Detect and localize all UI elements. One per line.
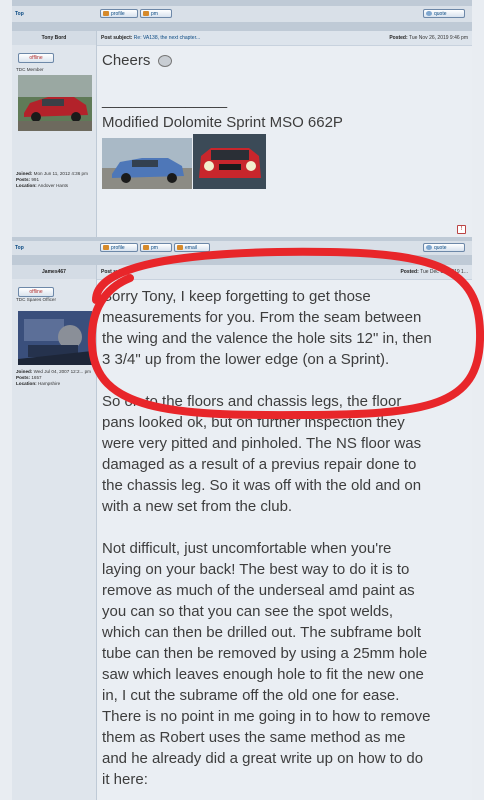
post1-body-panel: Post subject: Re: VA138, the next chapte…	[97, 31, 472, 237]
avatar	[18, 311, 92, 365]
pm-icon	[143, 11, 149, 16]
post-actions-row: Top profile pm quote	[12, 6, 472, 22]
profile-button[interactable]: profile	[100, 9, 138, 18]
post2-author-name[interactable]: James467	[12, 265, 96, 279]
pm-icon	[143, 245, 149, 250]
post1-posted: Posted: Tue Nov 26, 2019 9:46 pm	[389, 35, 468, 41]
quote-icon	[426, 11, 432, 16]
status-badge: offline	[18, 53, 54, 63]
post2-text-line: laying on your back! The best way to do …	[102, 561, 410, 578]
post2-text-line: them as Robert uses the same method as m…	[102, 729, 406, 746]
quote-icon	[426, 245, 432, 250]
signature-rule: _______________	[102, 92, 228, 109]
post2-text-line: 3 3/4" up from the lower edge (on a Spri…	[102, 351, 390, 368]
email-icon	[177, 245, 183, 250]
post2-body-panel: Post subject: Posted: Tue Dec 10, 2019 1…	[97, 265, 472, 800]
post2-text-line: remove as much of the underseal amd pain…	[102, 582, 415, 599]
post2-text-line: with a new set from the club.	[102, 498, 293, 515]
post1-subject-link[interactable]: Re: VA138, the next chapter...	[134, 35, 200, 41]
post1-actions-row: Top profile pm email quote	[12, 241, 472, 255]
post2-text-line: Sorry Tony, I keep forgetting to get tho…	[102, 288, 371, 305]
post2-text-line: it here:	[102, 771, 148, 788]
engine-bay-avatar	[18, 311, 92, 365]
post1-rank: TDC Member	[16, 67, 44, 72]
post2-text-line: saw which leaves enough hole to fit the …	[102, 666, 424, 683]
post2-posted: Posted: Tue Dec 10, 2019 1...	[400, 269, 468, 275]
smiley-icon	[157, 55, 172, 68]
signature: Modified Dolomite Sprint MSO 662P	[102, 114, 343, 131]
post1-body-text: Cheers	[102, 51, 172, 70]
post2-text-line: the wing and the valence the hole sits 1…	[102, 330, 432, 347]
status-badge: offline	[18, 287, 54, 297]
post2-text-line: damaged as a result of a previus repair …	[102, 456, 417, 473]
post2-author-panel: James467 offline TDC Spares Officer Join…	[12, 265, 96, 800]
post1-subject: Post subject: Re: VA138, the next chapte…	[101, 35, 201, 41]
post2-location: Location: Hampshire	[16, 381, 61, 386]
red-car-avatar	[18, 75, 92, 131]
pm-button[interactable]: pm	[140, 9, 172, 18]
email-button[interactable]: email	[174, 243, 210, 252]
profile-button[interactable]: profile	[100, 243, 138, 252]
post2-text-line: pans looked ok, but on further inspectio…	[102, 414, 405, 431]
post2-rank: TDC Spares Officer	[16, 297, 56, 302]
top-link[interactable]: Top	[15, 11, 24, 17]
post2-text-line: the chassis leg. So it was off with the …	[102, 477, 422, 494]
post1-author-panel: Tony Bord offline TDC Member Joined: Mon…	[12, 31, 96, 237]
profile-icon	[103, 245, 109, 250]
signature-image-red-sprint	[193, 134, 266, 189]
signature-image-blue-sprint	[102, 138, 192, 189]
quote-button[interactable]: quote	[423, 9, 465, 18]
avatar	[18, 75, 92, 131]
top-link[interactable]: Top	[15, 245, 24, 251]
pm-button[interactable]: pm	[140, 243, 172, 252]
post2-text-line: Not difficult, just uncomfortable when y…	[102, 540, 392, 557]
post2-subject: Post subject:	[101, 269, 133, 275]
quote-button[interactable]: quote	[423, 243, 465, 252]
post2-text-line: in, I cut the subrame off the old one fo…	[102, 687, 400, 704]
post1-location: Location: Andover Hants	[16, 183, 69, 188]
post2-text-line: tube can then be removed by using a 25mm…	[102, 645, 428, 662]
post2-text-line: There is no point in me going in to how …	[102, 708, 431, 725]
post2-text-line: measurements for you. From the seam betw…	[102, 309, 422, 326]
profile-icon	[103, 11, 109, 16]
post2-text-line: So on to the floors and chassis legs, th…	[102, 393, 402, 410]
report-post-icon[interactable]: !	[457, 225, 466, 234]
post1-author-name[interactable]: Tony Bord	[12, 31, 96, 45]
post2-text-line: which can then be drilled out. The subfr…	[102, 624, 422, 641]
post2-text-line: and he already did a great write up on h…	[102, 750, 424, 767]
post2-text-line: were very pitted and pinholed. The NS fl…	[102, 435, 422, 452]
post2-text-line: you can so that you can see the spot wel…	[102, 603, 394, 620]
